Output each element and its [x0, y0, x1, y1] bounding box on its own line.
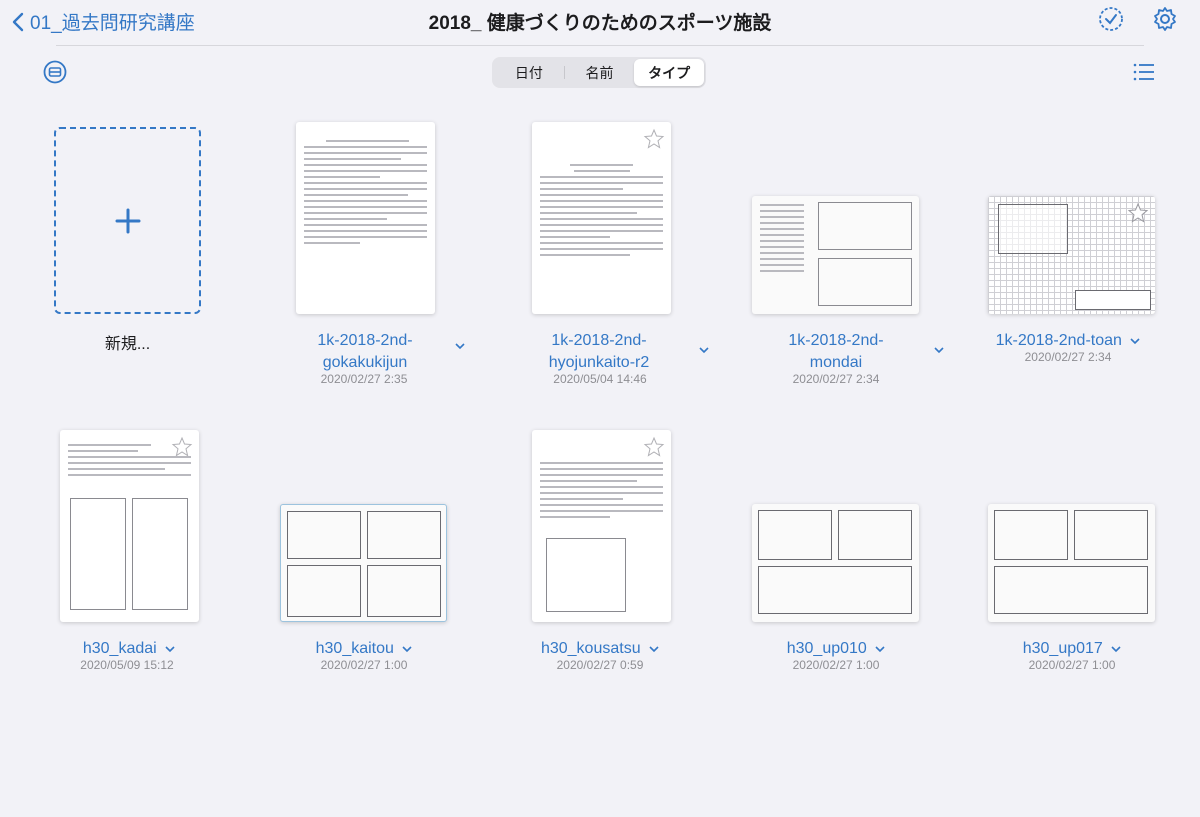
star-icon — [643, 436, 665, 457]
chevron-down-icon — [875, 646, 885, 652]
chevron-down-icon — [699, 347, 709, 354]
file-date: 2020/02/27 0:59 — [556, 658, 644, 672]
file-name[interactable]: h30_up010 — [736, 638, 936, 660]
chevron-down-icon — [1130, 338, 1140, 344]
file-date: 2020/02/27 1:00 — [1028, 658, 1116, 672]
file-date: 2020/05/09 15:12 — [80, 658, 174, 672]
file-thumbnail[interactable] — [532, 430, 671, 622]
file-date: 2020/05/04 14:46 — [553, 372, 647, 386]
header-divider — [56, 45, 1144, 46]
file-date: 2020/02/27 2:34 — [792, 372, 880, 386]
star-icon — [643, 128, 665, 149]
page-title: 2018_ 健康づくりのためのスポーツ施設 — [428, 13, 772, 34]
plus-icon — [115, 208, 140, 233]
chevron-down-icon — [1111, 646, 1121, 652]
star-icon — [171, 436, 193, 457]
file-thumbnail[interactable] — [532, 122, 671, 314]
file-name[interactable]: 1k-2018-2nd- gokakukijun — [265, 330, 465, 374]
collapse-icon[interactable] — [43, 60, 67, 84]
file-name[interactable]: 1k-2018-2nd- hyojunkaito-r2 — [499, 330, 709, 374]
sort-name-option[interactable]: 名前 — [565, 59, 635, 86]
new-document-button[interactable] — [54, 127, 201, 314]
chevron-down-icon — [455, 343, 465, 350]
file-name[interactable]: h30_kousatsu — [500, 638, 700, 660]
chevron-down-icon — [934, 347, 944, 354]
sort-segmented-control: 日付 名前 タイプ — [492, 57, 706, 88]
sort-type-option[interactable]: タイプ — [634, 59, 705, 86]
file-name[interactable]: h30_up017 — [972, 638, 1172, 660]
file-thumbnail[interactable] — [988, 504, 1155, 622]
gear-icon[interactable] — [1152, 6, 1178, 32]
file-name[interactable]: 1k-2018-2nd- mondai — [736, 330, 944, 374]
select-circle-icon[interactable] — [1098, 6, 1124, 32]
chevron-down-icon — [402, 646, 412, 652]
file-thumbnail[interactable] — [752, 504, 919, 622]
new-document-label: 新規... — [104, 336, 151, 353]
chevron-down-icon — [165, 646, 175, 652]
star-icon — [1127, 202, 1149, 223]
file-thumbnail[interactable] — [752, 196, 919, 314]
file-date: 2020/02/27 2:34 — [1024, 350, 1112, 364]
file-thumbnail[interactable] — [296, 122, 435, 314]
file-name[interactable]: h30_kaitou — [264, 638, 464, 660]
top-bar: 01_過去問研究講座 2018_ 健康づくりのためのスポーツ施設 — [0, 0, 1200, 44]
list-view-icon[interactable] — [1132, 61, 1156, 83]
file-name[interactable]: h30_kadai — [29, 638, 229, 660]
sort-date-option[interactable]: 日付 — [494, 59, 564, 86]
file-thumbnail[interactable] — [988, 196, 1155, 314]
file-thumbnail[interactable] — [60, 430, 199, 622]
file-date: 2020/02/27 2:35 — [320, 372, 408, 386]
file-thumbnail[interactable] — [280, 504, 447, 622]
file-date: 2020/02/27 1:00 — [792, 658, 880, 672]
chevron-down-icon — [649, 646, 659, 652]
file-name[interactable]: 1k-2018-2nd-toan — [968, 330, 1168, 352]
file-date: 2020/02/27 1:00 — [320, 658, 408, 672]
